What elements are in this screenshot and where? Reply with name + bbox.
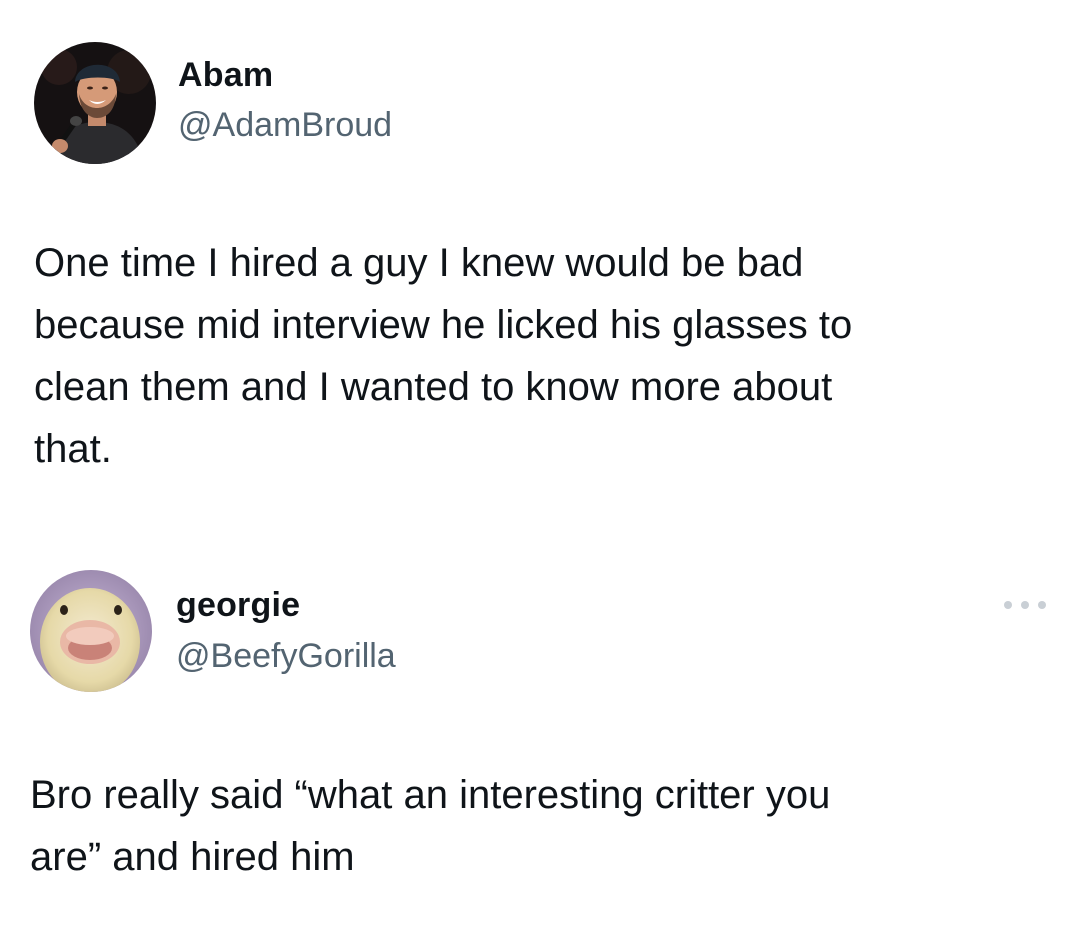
avatar[interactable] [34, 42, 156, 164]
duck-avatar-icon [30, 570, 152, 692]
display-name[interactable]: Abam [178, 56, 273, 95]
user-handle[interactable]: @AdamBroud [178, 106, 392, 145]
display-name[interactable]: georgie [176, 586, 300, 625]
dot [1021, 601, 1029, 609]
person-with-microphone-avatar-icon [34, 42, 156, 164]
tweet-text: Bro really said “what an interesting cri… [30, 773, 831, 879]
dot [1004, 601, 1012, 609]
tweet-text: One time I hired a guy I knew would be b… [34, 241, 853, 471]
avatar[interactable] [30, 570, 152, 692]
more-options-icon[interactable] [1004, 596, 1046, 614]
dot [1038, 601, 1046, 609]
user-handle[interactable]: @BeefyGorilla [176, 637, 396, 676]
